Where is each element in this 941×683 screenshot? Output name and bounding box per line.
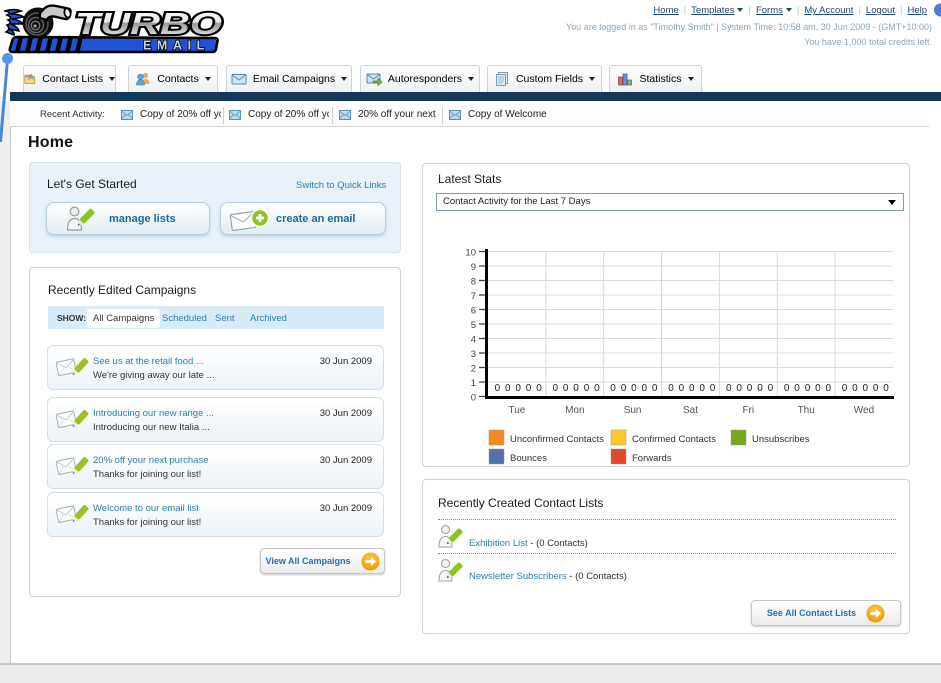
svg-text:0: 0	[553, 383, 559, 394]
svg-text:7: 7	[471, 291, 476, 302]
svg-text:Unconfirmed Contacts: Unconfirmed Contacts	[510, 434, 604, 445]
svg-text:0: 0	[852, 383, 858, 394]
svg-text:9: 9	[471, 262, 476, 273]
svg-text:0: 0	[526, 383, 532, 394]
svg-text:6: 6	[471, 306, 476, 317]
svg-text:2: 2	[471, 364, 476, 375]
svg-text:0: 0	[842, 383, 848, 394]
svg-text:0: 0	[471, 393, 476, 404]
svg-text:0: 0	[621, 383, 627, 394]
svg-text:Wed: Wed	[854, 405, 874, 416]
svg-text:0: 0	[757, 383, 763, 394]
svg-text:0: 0	[815, 383, 821, 394]
svg-text:TURBO: TURBO	[75, 6, 222, 41]
svg-text:EMAIL: EMAIL	[143, 39, 210, 53]
svg-text:3: 3	[471, 349, 476, 360]
svg-text:0: 0	[505, 383, 511, 394]
svg-text:Sat: Sat	[683, 405, 698, 416]
svg-text:0: 0	[594, 383, 600, 394]
svg-text:0: 0	[642, 383, 648, 394]
svg-text:5: 5	[471, 320, 476, 331]
svg-text:0: 0	[794, 383, 800, 394]
svg-text:Thu: Thu	[798, 405, 815, 416]
svg-text:0: 0	[873, 383, 879, 394]
svg-text:4: 4	[471, 335, 476, 346]
svg-text:Mon: Mon	[565, 405, 584, 416]
svg-text:0: 0	[652, 383, 658, 394]
svg-text:0: 0	[710, 383, 716, 394]
svg-text:0: 0	[883, 383, 889, 394]
svg-text:10: 10	[465, 248, 476, 259]
svg-text:0: 0	[826, 383, 832, 394]
svg-text:0: 0	[726, 383, 732, 394]
svg-text:Confirmed Contacts: Confirmed Contacts	[632, 434, 716, 445]
svg-text:0: 0	[784, 383, 790, 394]
svg-text:0: 0	[631, 383, 637, 394]
svg-text:0: 0	[689, 383, 695, 394]
svg-text:0: 0	[805, 383, 811, 394]
svg-text:8: 8	[471, 277, 476, 288]
svg-text:Forwards: Forwards	[632, 453, 672, 464]
svg-text:0: 0	[699, 383, 705, 394]
svg-text:0: 0	[679, 383, 685, 394]
svg-text:0: 0	[584, 383, 590, 394]
svg-text:Tue: Tue	[508, 405, 525, 416]
svg-text:0: 0	[536, 383, 542, 394]
svg-text:0: 0	[563, 383, 569, 394]
svg-text:0: 0	[610, 383, 616, 394]
svg-text:Unsubscribes: Unsubscribes	[752, 434, 810, 445]
svg-text:0: 0	[668, 383, 674, 394]
svg-text:Sun: Sun	[624, 405, 642, 416]
svg-text:Fri: Fri	[742, 405, 754, 416]
svg-text:0: 0	[768, 383, 774, 394]
svg-text:0: 0	[747, 383, 753, 394]
svg-text:0: 0	[573, 383, 579, 394]
svg-text:0: 0	[515, 383, 521, 394]
svg-text:1: 1	[471, 378, 476, 389]
svg-text:0: 0	[495, 383, 501, 394]
svg-text:0: 0	[736, 383, 742, 394]
svg-text:0: 0	[863, 383, 869, 394]
svg-text:Bounces: Bounces	[510, 453, 547, 464]
